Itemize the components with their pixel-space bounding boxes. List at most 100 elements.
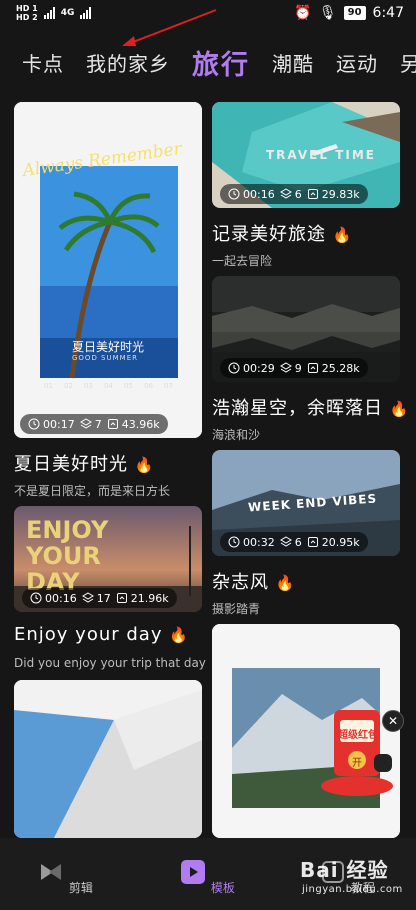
layers-icon (279, 362, 292, 373)
tab-trendy[interactable]: 潮酷 (272, 48, 314, 77)
hot-flame-icon: 🔥 (389, 400, 410, 418)
svg-text:04: 04 (104, 382, 113, 390)
nav-template-label: 模板 (210, 881, 235, 895)
title-text: 夏日美好时光 (14, 454, 128, 475)
layers-icon (79, 418, 92, 429)
card-title-travel[interactable]: 记录美好旅途 🔥 (212, 220, 352, 246)
category-tabs: 卡点 我的家乡 旅行 潮酷 运动 另 (0, 38, 416, 86)
duration-value: 00:29 (243, 361, 275, 375)
clock-icon (228, 362, 240, 374)
signal-icon (43, 7, 55, 19)
uses: 43.96k (107, 418, 160, 431)
svg-text:02: 02 (64, 382, 73, 390)
scissors-icon (41, 864, 62, 880)
mic-icon: 🎙 (318, 5, 337, 21)
template-card-travel[interactable]: TRAVEL TIME 00:16 6 29.83k (212, 102, 400, 208)
tab-hometown[interactable]: 我的家乡 (86, 48, 170, 77)
hot-flame-icon: 🔥 (134, 456, 155, 474)
clock: 6:47 (372, 5, 404, 21)
title-text: 浩瀚星空，余晖落日 (212, 398, 383, 419)
hot-flame-icon: 🔥 (169, 626, 189, 644)
layers-value: 6 (294, 535, 302, 549)
card-title-weekend[interactable]: 杂志风 🔥 (212, 568, 295, 594)
tab-more[interactable]: 另 (400, 48, 416, 77)
usage-icon (307, 363, 318, 373)
template-card-weekend[interactable]: WEEK END VIBES 00:32 6 20.95k (212, 450, 400, 556)
template-icon (181, 860, 206, 884)
clock-icon (30, 592, 42, 604)
watermark-main: Bai 经验 (300, 858, 389, 882)
svg-text:01: 01 (44, 382, 53, 390)
summer-overlay-sub: GOOD SUMMER (72, 354, 138, 362)
template-card-architecture[interactable] (14, 680, 202, 838)
usage-icon (116, 593, 127, 603)
net-line-1: HD 1 (16, 4, 38, 13)
template-card-enjoy[interactable]: ENJOY YOUR DAY 00:16 17 21.96k (14, 506, 202, 612)
layers-value: 6 (294, 187, 302, 201)
alarm-icon: ⏰ (294, 5, 312, 21)
tab-kadian[interactable]: 卡点 (22, 48, 64, 77)
duration-value: 00:16 (243, 187, 275, 201)
stars-meta: 00:29 9 25.28k (220, 358, 368, 378)
nav-edit[interactable]: 剪辑 (30, 858, 100, 896)
template-card-summer[interactable]: 01 02 03 04 05 06 07 Always Remember 夏日美好时光 G… (14, 102, 202, 438)
uses: 21.96k (116, 592, 169, 605)
enjoy-overlay-2: YOUR (26, 542, 101, 570)
uses: 20.95k (307, 536, 360, 549)
hot-flame-icon: 🔥 (332, 226, 353, 244)
layers-icon (279, 536, 292, 547)
tab-travel[interactable]: 旅行 (192, 43, 250, 82)
enjoy-meta: 00:16 17 21.96k (22, 588, 177, 608)
layers: 17 (81, 591, 111, 605)
status-left: HD 1 HD 2 4G (16, 4, 92, 22)
card-title-enjoy[interactable]: Enjoy your day 🔥 (14, 624, 189, 645)
nav-edit-label: 剪辑 (68, 881, 93, 895)
duration-value: 00:16 (45, 591, 77, 605)
card-subtitle-travel: 一起去冒险 (212, 254, 273, 268)
clock-icon (28, 418, 40, 430)
battery-icon: 90 (343, 6, 366, 20)
duration: 00:32 (228, 536, 275, 549)
summer-overlay-caption: 夏日美好时光 (72, 340, 145, 354)
layers-icon (279, 188, 292, 199)
promo-line-1: 超级红包 (338, 730, 378, 741)
layers-value: 7 (94, 417, 102, 431)
duration: 00:17 (28, 418, 75, 431)
layers: 6 (279, 535, 302, 549)
promo-line-2: 开 (352, 758, 362, 769)
uses-value: 20.95k (321, 535, 360, 549)
clock-icon (228, 536, 240, 548)
signal-type: 4G (60, 8, 75, 18)
layers-value: 9 (294, 361, 302, 375)
enjoy-overlay-1: ENJOY (26, 516, 109, 544)
uses-value: 25.28k (321, 361, 360, 375)
duration: 00:16 (30, 592, 77, 605)
uses: 25.28k (307, 362, 360, 375)
duration: 00:29 (228, 362, 275, 375)
promo-close-button[interactable]: ✕ (382, 710, 404, 732)
uses-value: 29.83k (321, 187, 360, 201)
usage-icon (307, 189, 318, 199)
clock-icon (228, 188, 240, 200)
template-card-stars[interactable]: 00:29 9 25.28k (212, 276, 400, 382)
nav-template[interactable]: 模板 (172, 858, 242, 896)
svg-text:07: 07 (164, 382, 173, 390)
status-bar: HD 1 HD 2 4G ⏰ 🎙 90 6:47 (0, 0, 416, 26)
title-text: 记录美好旅途 (212, 224, 326, 245)
svg-text:06: 06 (144, 382, 153, 390)
signal-icon-2 (80, 7, 92, 19)
layers-value: 17 (96, 591, 111, 605)
duration-value: 00:17 (43, 417, 75, 431)
travel-overlay-text: TRAVEL TIME (266, 148, 376, 162)
title-text: 杂志风 (212, 572, 269, 593)
tab-sports[interactable]: 运动 (336, 48, 378, 77)
card-title-summer[interactable]: 夏日美好时光 🔥 (14, 450, 154, 476)
layers-icon (81, 592, 94, 603)
card-title-stars[interactable]: 浩瀚星空，余晖落日 🔥 (212, 394, 409, 420)
baidu-watermark: Bai 经验 jingyan.baidu.com (300, 852, 410, 906)
card-subtitle-enjoy: Did you enjoy your trip that day (14, 656, 206, 670)
layers: 7 (79, 417, 102, 431)
uses-value: 43.96k (121, 417, 160, 431)
watermark-sub: jingyan.baidu.com (302, 884, 403, 895)
card-subtitle-summer: 不是夏日限定，而是来日方长 (14, 484, 171, 498)
